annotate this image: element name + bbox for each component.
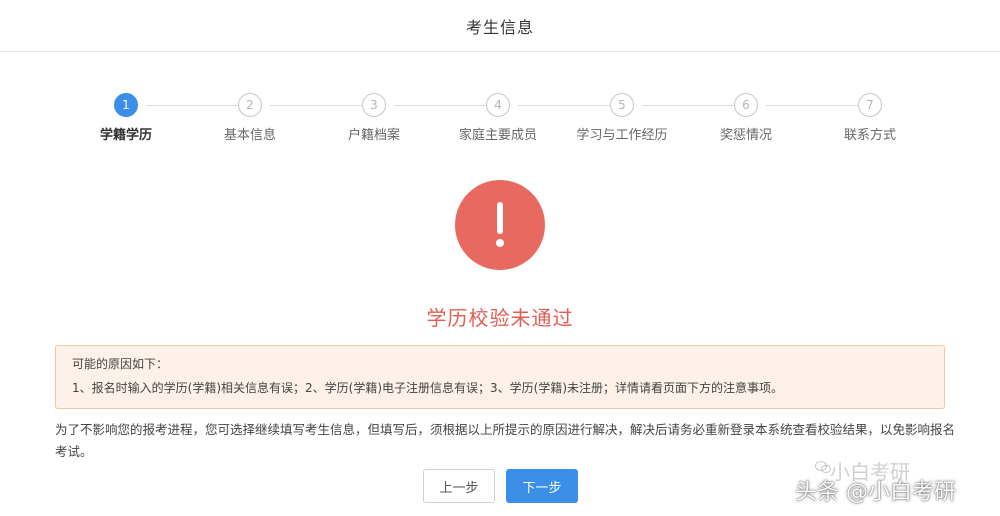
step-number: 5	[610, 93, 634, 117]
step-label: 学习与工作经历	[576, 128, 668, 143]
step-label: 奖惩情况	[719, 128, 772, 143]
step-5[interactable]: 5 学习与工作经历	[560, 93, 684, 145]
prev-step-button[interactable]: 上一步	[423, 469, 495, 503]
step-6[interactable]: 6 奖惩情况	[684, 93, 808, 145]
result-title: 学历校验未通过	[426, 306, 574, 330]
step-number: 2	[238, 93, 262, 117]
notice-text: 为了不影响您的报考进程，您可选择继续填写考生信息，但填写后，须根据以上所提示的原…	[55, 422, 956, 459]
step-4[interactable]: 4 家庭主要成员	[436, 93, 560, 145]
watermark-main: 头条 @小白考研	[795, 480, 956, 505]
wechat-watermark-icon	[815, 461, 831, 473]
error-status-icon	[455, 180, 545, 270]
step-number: 7	[858, 93, 882, 117]
step-1[interactable]: 1 学籍学历	[64, 93, 188, 145]
step-label: 户籍档案	[347, 128, 400, 143]
step-label: 联系方式	[843, 128, 896, 143]
exclamation-icon	[496, 202, 504, 247]
alert-reasons: 1、报名时输入的学历(学籍)相关信息有误；2、学历(学籍)电子注册信息有误；3、…	[72, 381, 783, 395]
page-title: 考生信息	[465, 17, 534, 37]
alert-heading: 可能的原因如下：	[72, 357, 169, 371]
step-number: 3	[362, 93, 386, 117]
step-3[interactable]: 3 户籍档案	[312, 93, 436, 145]
reason-alert: 可能的原因如下： 1、报名时输入的学历(学籍)相关信息有误；2、学历(学籍)电子…	[55, 345, 945, 409]
step-label: 家庭主要成员	[458, 128, 537, 143]
step-label: 学籍学历	[99, 128, 152, 143]
page-header: 考生信息	[0, 0, 1000, 52]
next-step-button[interactable]: 下一步	[506, 469, 578, 503]
step-7[interactable]: 7 联系方式	[808, 93, 932, 145]
step-number: 6	[734, 93, 758, 117]
step-2[interactable]: 2 基本信息	[188, 93, 312, 145]
step-progress: 1 学籍学历 2 基本信息 3 户籍档案 4 家庭主要成员 5 学习与工作经历 …	[64, 93, 936, 145]
step-label: 基本信息	[223, 128, 276, 143]
step-number: 1	[114, 93, 138, 117]
step-number: 4	[486, 93, 510, 117]
